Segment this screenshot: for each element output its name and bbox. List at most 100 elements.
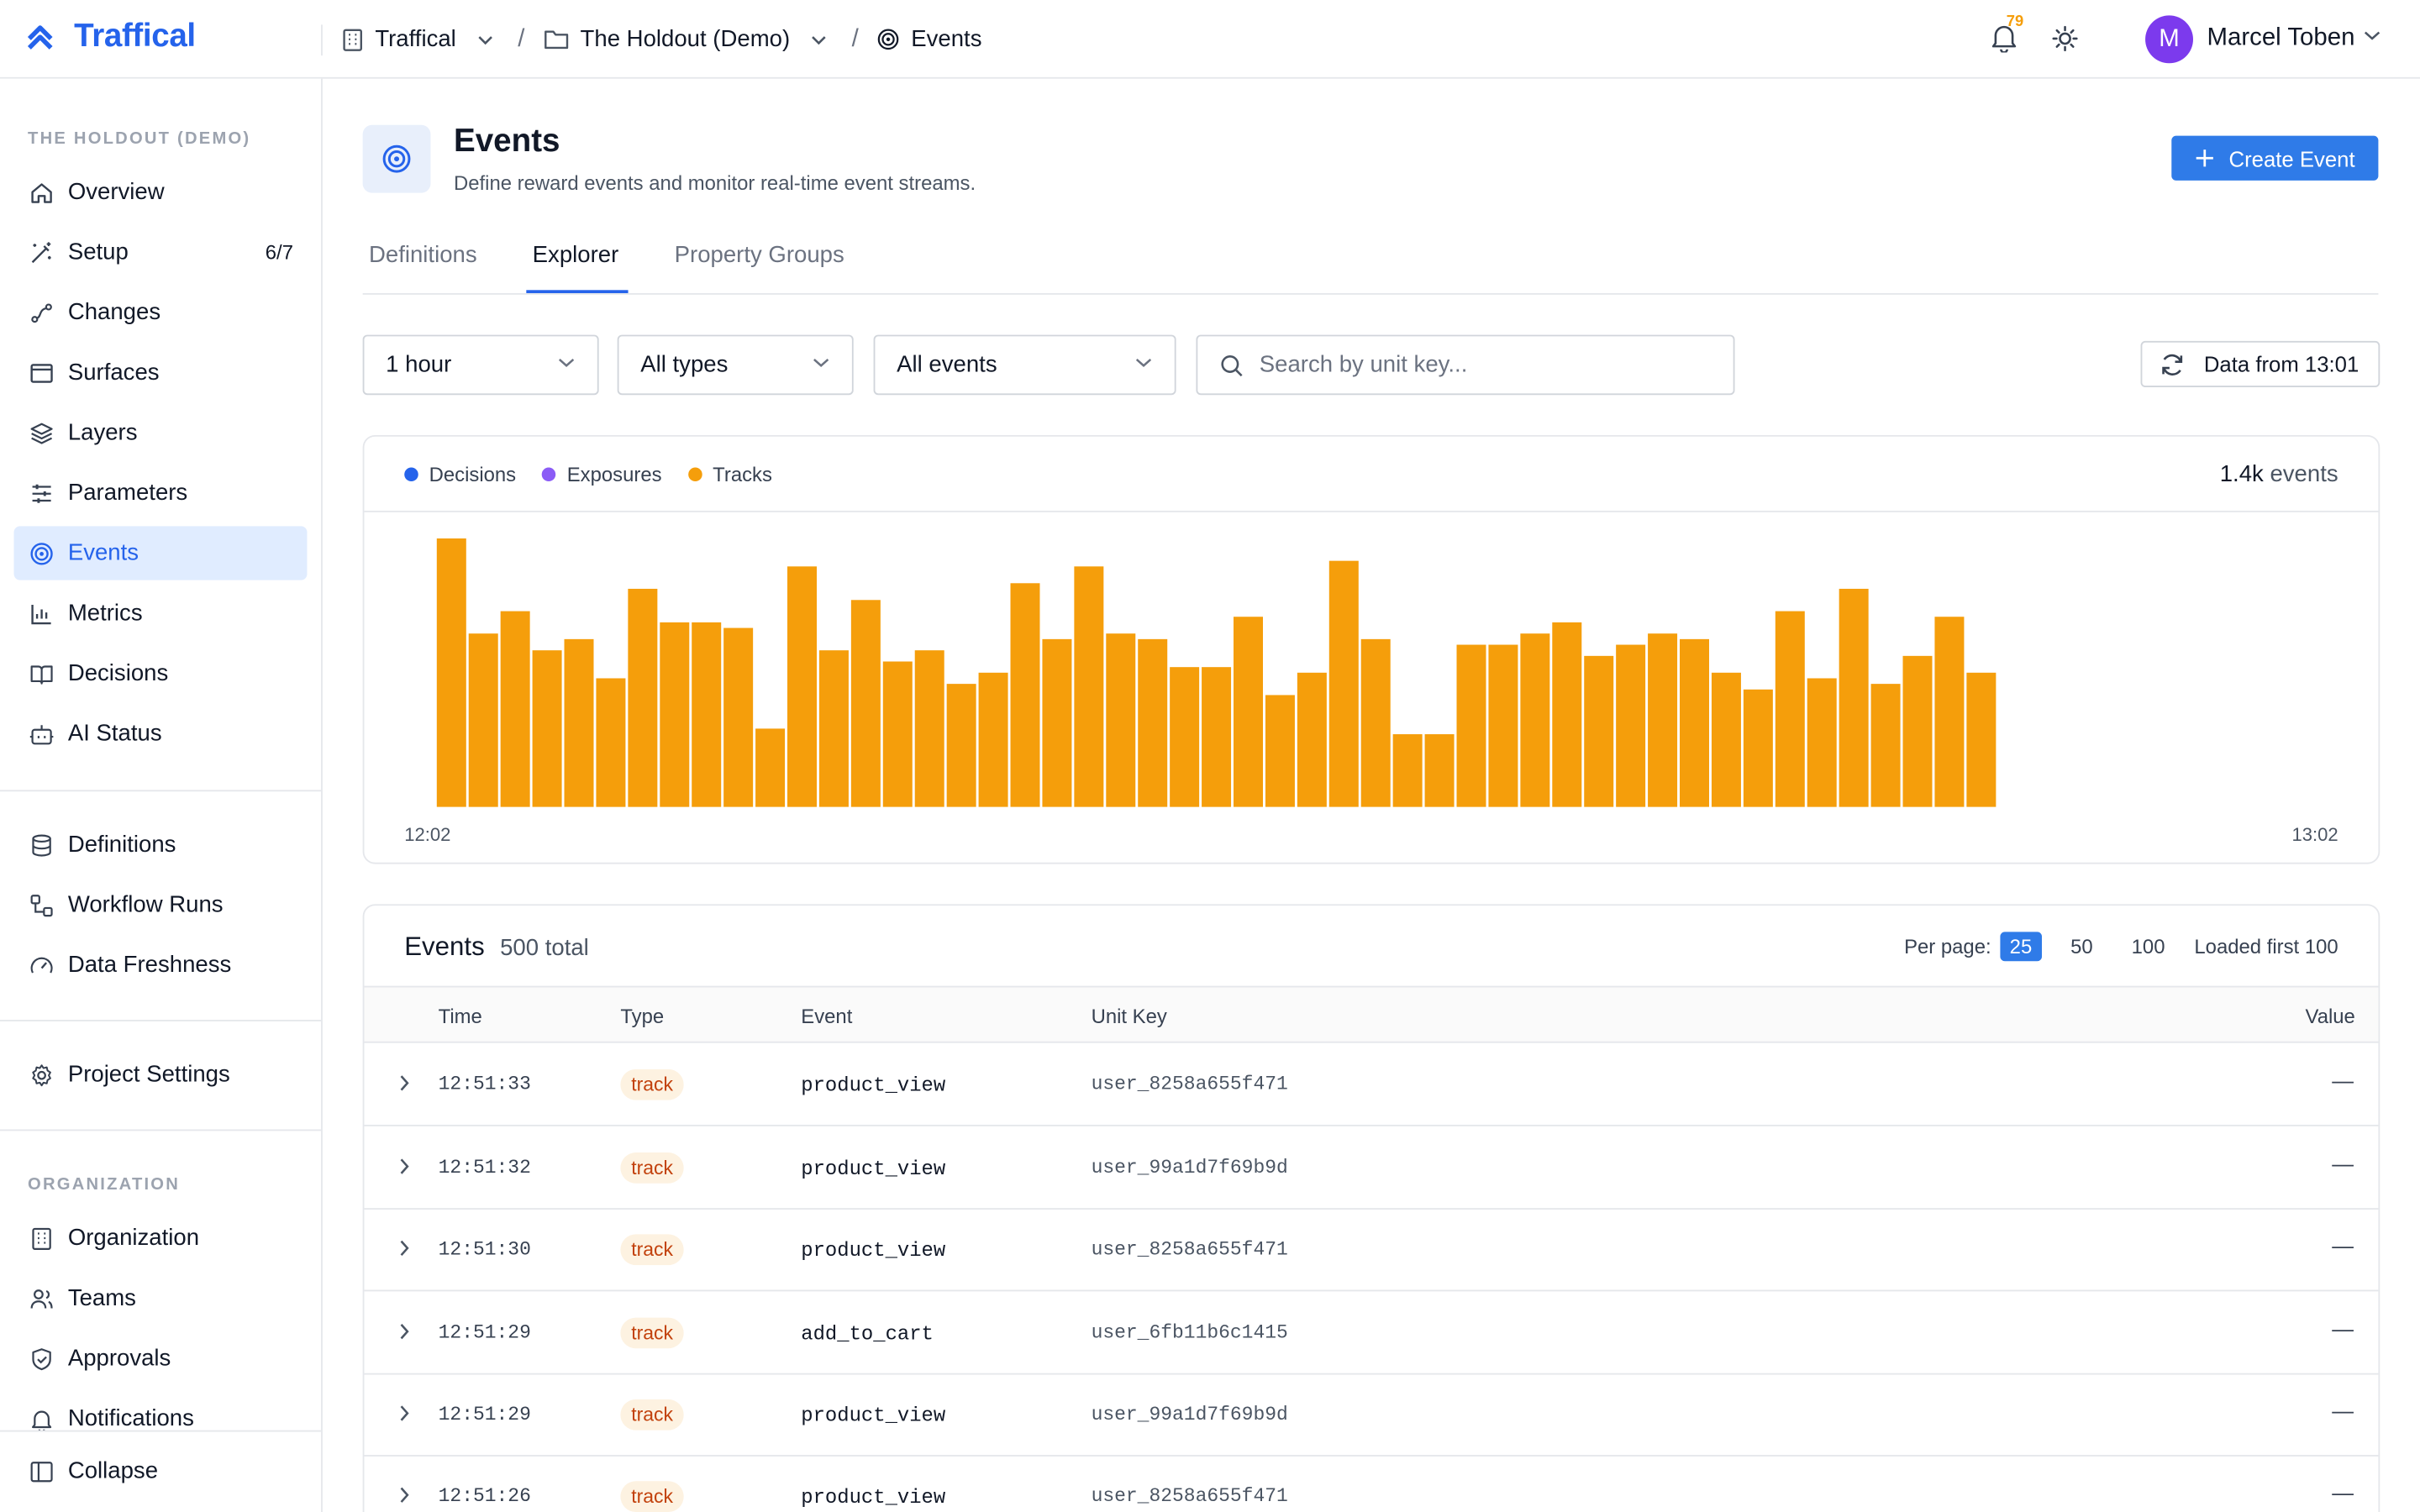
chevron-right-icon[interactable] bbox=[398, 1239, 411, 1257]
sidebar-item-setup[interactable]: Setup 6/7 bbox=[14, 225, 308, 279]
chart-bar[interactable] bbox=[1328, 560, 1359, 807]
chart-bar[interactable] bbox=[978, 672, 1008, 807]
sidebar-item-overview[interactable]: Overview bbox=[14, 165, 308, 219]
tab-explorer[interactable]: Explorer bbox=[533, 242, 619, 268]
create-event-button[interactable]: Create Event bbox=[2171, 135, 2379, 181]
chart-bar[interactable] bbox=[532, 650, 562, 807]
sidebar-item-workflow-runs[interactable]: Workflow Runs bbox=[14, 878, 308, 932]
chart-bar[interactable] bbox=[914, 650, 944, 807]
chart-bar[interactable] bbox=[1360, 638, 1391, 807]
sidebar-item-layers[interactable]: Layers bbox=[14, 406, 308, 459]
chart-bar[interactable] bbox=[468, 633, 498, 807]
sidebar-item-ai-status[interactable]: AI Status bbox=[14, 706, 308, 760]
table-row[interactable]: 12:51:29 track add_to_cart user_6fb11b6c… bbox=[364, 1291, 2379, 1375]
chart-bar[interactable] bbox=[1010, 583, 1040, 807]
chart-bar[interactable] bbox=[1743, 689, 1773, 807]
chart-bar[interactable] bbox=[1934, 617, 1965, 807]
chevron-right-icon[interactable] bbox=[398, 1158, 411, 1176]
chart-bar[interactable] bbox=[755, 728, 786, 807]
legend-item-decisions[interactable]: Decisions bbox=[404, 463, 516, 486]
chart-bar[interactable] bbox=[1584, 655, 1614, 807]
chart-bar[interactable] bbox=[1106, 633, 1136, 807]
per-page-option-50[interactable]: 50 bbox=[2061, 932, 2102, 961]
chart-bar[interactable] bbox=[1488, 644, 1518, 807]
chevron-right-icon[interactable] bbox=[398, 1322, 411, 1341]
sidebar-collapse-button[interactable]: Collapse bbox=[14, 1444, 308, 1498]
chevron-right-icon[interactable] bbox=[398, 1404, 411, 1422]
chart-bar[interactable] bbox=[1456, 644, 1486, 807]
avatar[interactable]: M bbox=[2145, 15, 2194, 64]
chart-bar[interactable] bbox=[1648, 633, 1678, 807]
chart-bar[interactable] bbox=[787, 566, 818, 807]
refresh-button[interactable]: Data from 13:01 bbox=[2140, 340, 2381, 388]
sidebar-item-parameters[interactable]: Parameters bbox=[14, 466, 308, 520]
chart-bar[interactable] bbox=[500, 611, 530, 807]
table-row[interactable]: 12:51:30 track product_view user_8258a65… bbox=[364, 1208, 2379, 1292]
chart-bar[interactable] bbox=[1202, 667, 1232, 807]
chart-bar[interactable] bbox=[1138, 638, 1168, 807]
per-page-option-100[interactable]: 100 bbox=[2123, 932, 2175, 961]
per-page-option-25[interactable]: 25 bbox=[2000, 932, 2042, 962]
chart-bar[interactable] bbox=[946, 684, 976, 807]
breadcrumb-project[interactable]: The Holdout (Demo) bbox=[543, 26, 827, 52]
chart-bar[interactable] bbox=[564, 638, 594, 807]
chart-bar[interactable] bbox=[723, 627, 754, 807]
sidebar-item-project-settings[interactable]: Project Settings bbox=[14, 1047, 308, 1101]
logo[interactable]: Traffical bbox=[24, 18, 196, 55]
sidebar-item-decisions[interactable]: Decisions bbox=[14, 647, 308, 701]
chart-bar[interactable] bbox=[692, 622, 722, 807]
sidebar-item-organization[interactable]: Organization bbox=[14, 1211, 308, 1265]
chart-bar[interactable] bbox=[1680, 638, 1710, 807]
chart-bar[interactable] bbox=[1870, 684, 1901, 807]
chart-bar[interactable] bbox=[1775, 611, 1805, 807]
sidebar-item-teams[interactable]: Teams bbox=[14, 1271, 308, 1325]
chart-bar[interactable] bbox=[660, 622, 690, 807]
user-name[interactable]: Marcel Toben bbox=[2207, 24, 2355, 52]
sidebar-item-metrics[interactable]: Metrics bbox=[14, 586, 308, 640]
sidebar-item-changes[interactable]: Changes bbox=[14, 286, 308, 339]
breadcrumb-org[interactable]: Traffical bbox=[341, 26, 493, 52]
chart-bar[interactable] bbox=[1392, 734, 1423, 807]
chart-bar[interactable] bbox=[1520, 633, 1550, 807]
chart-bar[interactable] bbox=[1966, 672, 1996, 807]
chart-bar[interactable] bbox=[1616, 644, 1646, 807]
chart-bar[interactable] bbox=[1234, 617, 1264, 807]
chart-bar[interactable] bbox=[1170, 667, 1200, 807]
table-row[interactable]: 12:51:29 track product_view user_99a1d7f… bbox=[364, 1373, 2379, 1457]
chart-bar[interactable] bbox=[436, 538, 466, 807]
chart-bar[interactable] bbox=[1424, 734, 1455, 807]
event-filter-select[interactable]: All events bbox=[873, 334, 1176, 396]
chart-bar[interactable] bbox=[818, 650, 849, 807]
sidebar-item-surfaces[interactable]: Surfaces bbox=[14, 345, 308, 399]
chevron-right-icon[interactable] bbox=[398, 1486, 411, 1504]
table-row[interactable]: 12:51:32 track product_view user_99a1d7f… bbox=[364, 1126, 2379, 1210]
legend-item-tracks[interactable]: Tracks bbox=[687, 463, 772, 486]
chart-bar[interactable] bbox=[1839, 588, 1869, 807]
sidebar-item-data-freshness[interactable]: Data Freshness bbox=[14, 938, 308, 992]
chart-bar[interactable] bbox=[1807, 678, 1837, 807]
theme-toggle-button[interactable] bbox=[2051, 24, 2079, 60]
table-row[interactable]: 12:51:33 track product_view user_8258a65… bbox=[364, 1043, 2379, 1126]
chart-bar[interactable] bbox=[1552, 622, 1582, 807]
table-row[interactable]: 12:51:26 track product_view user_8258a65… bbox=[364, 1455, 2378, 1512]
unit-key-search[interactable] bbox=[1196, 334, 1735, 396]
chart-bar[interactable] bbox=[882, 661, 913, 807]
chart-bar[interactable] bbox=[1042, 638, 1072, 807]
sidebar-item-definitions[interactable]: Definitions bbox=[14, 817, 308, 871]
chart-bar[interactable] bbox=[1074, 566, 1104, 807]
chevron-right-icon[interactable] bbox=[398, 1074, 411, 1092]
legend-item-exposures[interactable]: Exposures bbox=[542, 463, 662, 486]
chart-bar[interactable] bbox=[596, 678, 626, 807]
search-input[interactable] bbox=[1259, 351, 1707, 379]
chart-bar[interactable] bbox=[1265, 695, 1295, 807]
sidebar-item-approvals[interactable]: Approvals bbox=[14, 1331, 308, 1385]
chevron-down-icon[interactable] bbox=[2363, 29, 2381, 42]
sidebar-item-events[interactable]: Events bbox=[13, 526, 308, 580]
chart-bar[interactable] bbox=[628, 588, 658, 807]
chart-bar[interactable] bbox=[1711, 672, 1741, 807]
type-filter-select[interactable]: All types bbox=[617, 334, 854, 396]
time-range-select[interactable]: 1 hour bbox=[362, 334, 599, 396]
tab-property-groups[interactable]: Property Groups bbox=[675, 242, 844, 268]
tab-definitions[interactable]: Definitions bbox=[369, 242, 477, 268]
chart-bar[interactable] bbox=[850, 600, 881, 807]
